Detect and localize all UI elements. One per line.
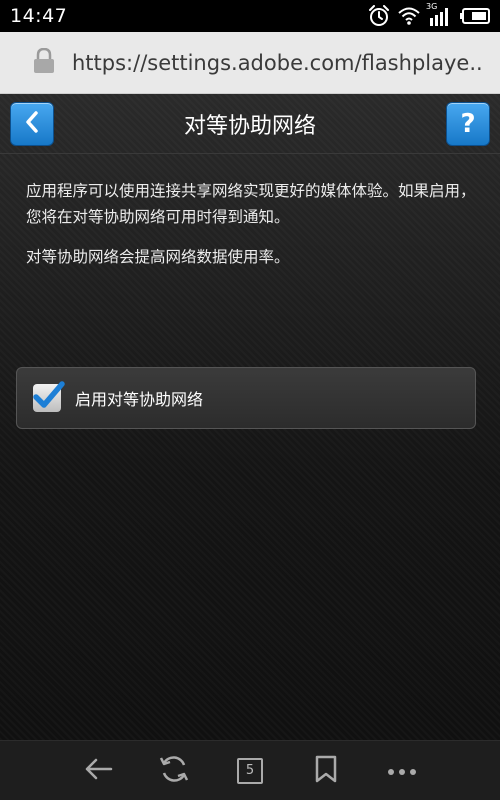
tabs-icon: 5 [237, 757, 263, 784]
description-text-2: 对等协助网络会提高网络数据使用率。 [26, 248, 290, 266]
description: 应用程序可以使用连接共享网络实现更好的媒体体验。如果启用，您将在对等协助网络可用… [26, 178, 478, 270]
status-bar: 14:47 3G [0, 0, 500, 32]
signal-icon: 3G [426, 2, 452, 26]
network-type-label: 3G [426, 2, 438, 11]
alarm-icon [368, 5, 390, 27]
enable-p2p-checkbox[interactable] [33, 381, 65, 412]
back-button[interactable] [10, 102, 54, 146]
description-text-1: 应用程序可以使用连接共享网络实现更好的媒体体验。如果启用，您将在对等协助网络可用… [26, 182, 476, 226]
status-time: 14:47 [10, 5, 68, 27]
tabs-button[interactable]: 5 [228, 749, 272, 793]
more-icon [387, 761, 417, 780]
refresh-icon [158, 753, 190, 789]
checkmark-icon [33, 381, 65, 408]
bottom-nav: 5 [0, 740, 500, 800]
back-arrow-icon [83, 757, 113, 785]
chevron-left-icon [23, 110, 41, 138]
url-bar[interactable]: https://settings.adobe.com/flashplaye.. [0, 32, 500, 94]
url-text[interactable]: https://settings.adobe.com/flashplaye.. [72, 51, 482, 75]
status-icons: 3G [368, 2, 490, 27]
enable-p2p-checkbox-row[interactable]: 启用对等协助网络 [16, 367, 476, 429]
nav-back-button[interactable] [76, 749, 120, 793]
panel-header: 对等协助网络 ? [0, 94, 500, 154]
refresh-button[interactable] [152, 749, 196, 793]
bookmark-icon [314, 755, 338, 787]
panel-title: 对等协助网络 [183, 114, 316, 139]
lock-icon [32, 47, 56, 78]
screen: 14:47 3G https://settings.adobe.com/flas… [0, 0, 500, 800]
checkbox-label: 启用对等协助网络 [75, 390, 204, 409]
settings-panel: 对等协助网络 ? 应用程序可以使用连接共享网络实现更好的媒体体验。如果启用，您将… [0, 94, 500, 740]
more-button[interactable] [380, 749, 424, 793]
battery-icon [460, 8, 490, 24]
wifi-icon [398, 7, 420, 25]
bookmark-button[interactable] [304, 749, 348, 793]
help-button[interactable]: ? [446, 102, 490, 146]
